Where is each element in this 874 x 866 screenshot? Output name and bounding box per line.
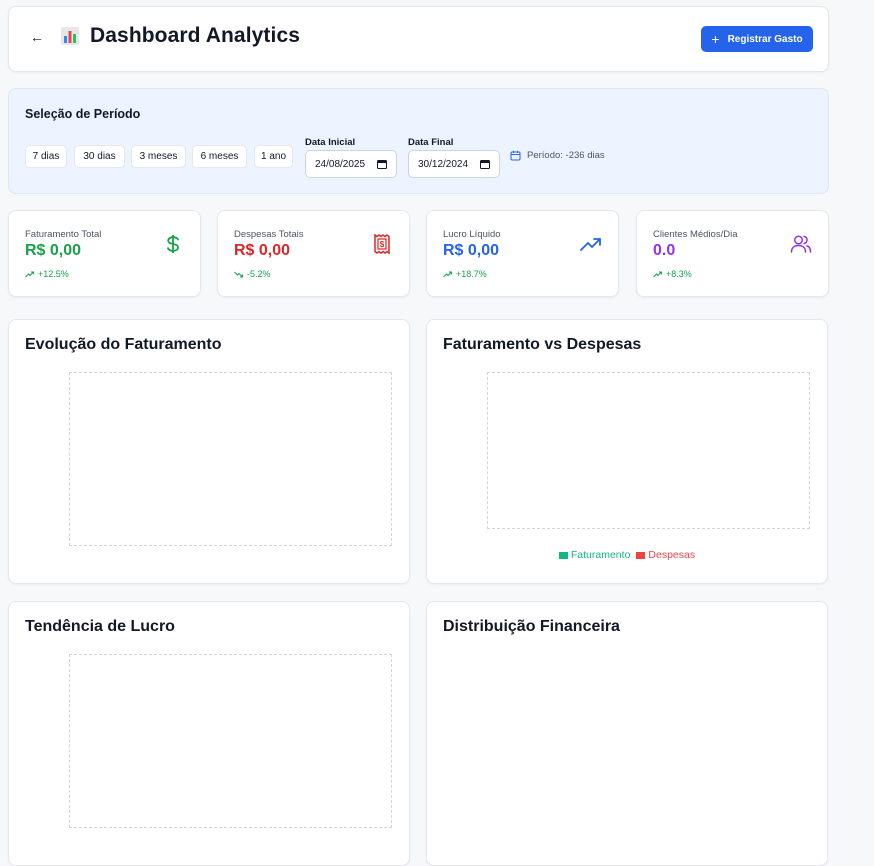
page-title: Dashboard Analytics [90, 24, 301, 47]
start-date-input[interactable]: 24/08/2025 [305, 150, 397, 178]
stat-card-net-profit: Lucro Líquido R$ 0,00 +18.7% [426, 210, 619, 297]
chart-financial-distribution: Distribuição Financeira [426, 601, 828, 866]
stat-value: R$ 0,00 [443, 242, 500, 259]
legend-label: Faturamento [570, 549, 631, 561]
preset-30-days-button[interactable]: 30 dias [74, 145, 125, 168]
stat-change-value: +12.5% [38, 269, 69, 279]
receipt-icon: $ [374, 233, 390, 255]
stat-change-value: +18.7% [456, 269, 487, 279]
stat-card-avg-clients: Clientes Médios/Dia 0.0 +8.3% [636, 210, 829, 297]
stat-label: Faturamento Total [25, 229, 102, 240]
stat-change: -5.2% [234, 269, 271, 279]
calendar-picker-icon[interactable] [377, 159, 387, 169]
preset-1-year-button[interactable]: 1 ano [254, 145, 293, 168]
stat-change: +12.5% [25, 269, 69, 279]
start-date-value: 24/08/2025 [315, 158, 366, 170]
legend-item-expenses[interactable]: Despesas [636, 549, 695, 561]
trend-up-icon [25, 271, 34, 277]
preset-7-days-button[interactable]: 7 dias [25, 145, 67, 168]
chart-plot-area [487, 372, 810, 529]
trend-up-icon [443, 271, 452, 277]
chart-title: Evolução do Faturamento [25, 336, 222, 353]
legend-item-revenue[interactable]: Faturamento [558, 549, 631, 561]
svg-text:$: $ [380, 240, 385, 249]
end-date-value: 30/12/2024 [418, 158, 469, 170]
stat-card-revenue: Faturamento Total R$ 0,00 +12.5% [8, 210, 201, 297]
bar-chart-emoji-icon [61, 27, 79, 45]
legend-label: Despesas [648, 549, 696, 561]
calendar-picker-icon[interactable] [480, 159, 490, 169]
end-date-input[interactable]: 30/12/2024 [408, 150, 500, 178]
stat-value: R$ 0,00 [234, 242, 291, 259]
stat-card-expenses: Despesas Totais R$ 0,00 -5.2% $ [217, 210, 410, 297]
chart-profit-trend: Tendência de Lucro [8, 601, 410, 866]
stat-value: R$ 0,00 [25, 242, 82, 259]
users-icon [790, 235, 812, 253]
register-expense-label: Registrar Gasto [727, 33, 803, 45]
trending-up-icon [580, 238, 601, 251]
stat-label: Despesas Totais [234, 229, 304, 240]
trend-up-icon [653, 271, 662, 277]
period-selection-panel: Seleção de Período 7 dias 30 dias 3 mese… [8, 88, 829, 194]
stat-change-value: -5.2% [247, 269, 271, 279]
calendar-icon [510, 150, 521, 161]
preset-6-months-button[interactable]: 6 meses [192, 145, 247, 168]
chart-title: Faturamento vs Despesas [443, 336, 642, 353]
period-title: Seleção de Período [25, 107, 141, 121]
dollar-icon [167, 235, 179, 253]
chart-revenue-vs-expenses: Faturamento vs Despesas Faturamento Desp… [426, 319, 828, 584]
header-bar: ← Dashboard Analytics + Registrar Gasto [8, 6, 829, 72]
stat-label: Lucro Líquido [443, 229, 501, 240]
chart-revenue-evolution: Evolução do Faturamento [8, 319, 410, 584]
preset-3-months-button[interactable]: 3 meses [131, 145, 186, 168]
period-info: Período: -236 dias [510, 150, 605, 161]
chart-title: Distribuição Financeira [443, 618, 620, 635]
stat-change-value: +8.3% [666, 269, 692, 279]
plus-icon: + [711, 31, 720, 47]
legend-swatch [636, 551, 646, 559]
stat-change: +8.3% [653, 269, 692, 279]
end-date-label: Data Final [408, 137, 454, 148]
arrow-left-icon: ← [30, 29, 44, 45]
stat-value: 0.0 [653, 242, 676, 259]
chart-legend: Faturamento Despesas [427, 549, 827, 561]
period-duration-text: Período: -236 dias [527, 150, 605, 161]
chart-plot-area [69, 654, 392, 828]
back-button[interactable]: ← [27, 27, 47, 47]
start-date-label: Data Inicial [305, 137, 356, 148]
legend-swatch [558, 551, 568, 559]
chart-plot-area [69, 372, 392, 546]
trend-down-icon [234, 271, 243, 277]
chart-title: Tendência de Lucro [25, 618, 175, 635]
register-expense-button[interactable]: + Registrar Gasto [701, 26, 813, 52]
stat-change: +18.7% [443, 269, 487, 279]
stat-label: Clientes Médios/Dia [653, 229, 738, 240]
